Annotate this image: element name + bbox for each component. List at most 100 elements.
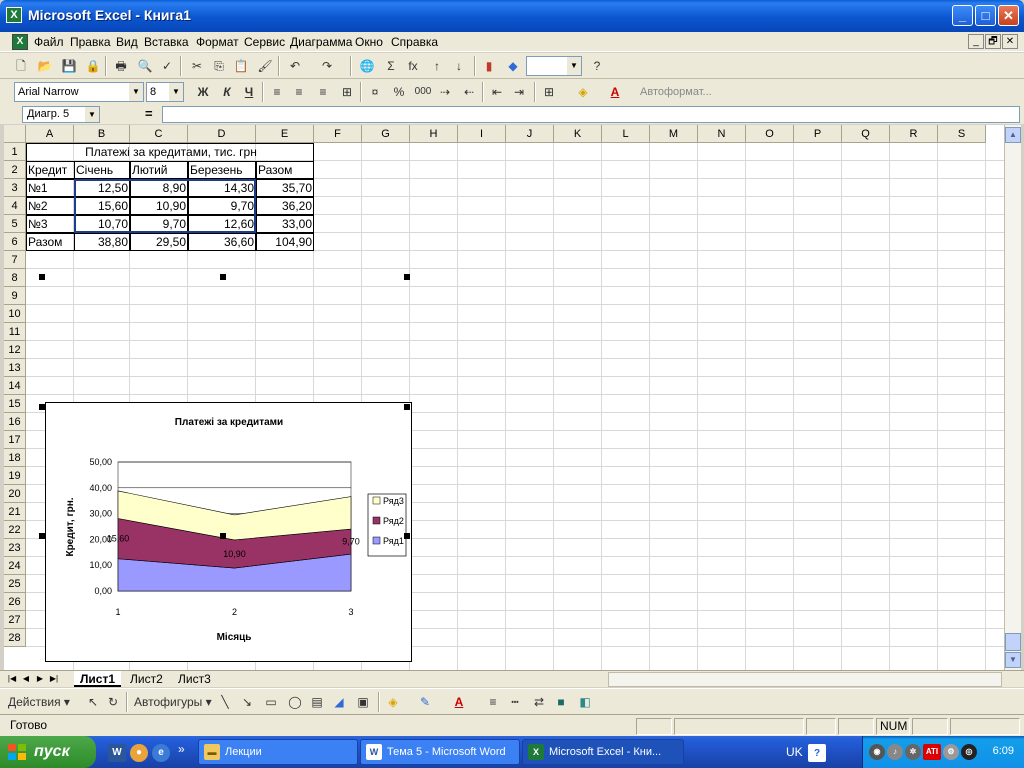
column-header-q[interactable]: Q — [842, 125, 890, 143]
increase-decimal-icon[interactable]: ⇢ — [436, 83, 454, 101]
font-size-combo[interactable]: 8 ▼ — [146, 82, 184, 102]
textbox-icon[interactable]: ▤ — [308, 693, 326, 711]
menu-file[interactable]: Файл — [34, 35, 64, 49]
select-all-corner[interactable] — [4, 125, 26, 143]
column-header-m[interactable]: M — [650, 125, 698, 143]
equals-sign[interactable]: = — [145, 106, 153, 121]
close-button[interactable]: ✕ — [998, 5, 1019, 26]
menu-tools[interactable]: Сервис — [244, 35, 285, 49]
row-header-28[interactable]: 28 — [4, 629, 26, 647]
save-icon[interactable]: 💾 — [60, 57, 78, 75]
sort-desc-icon[interactable]: ↓ — [450, 57, 468, 75]
autoformat-button[interactable]: Автоформат... — [640, 83, 720, 101]
row-header-19[interactable]: 19 — [4, 467, 26, 485]
arrow-icon[interactable]: ↘ — [238, 693, 256, 711]
autosum-icon[interactable]: Σ — [382, 57, 400, 75]
name-box[interactable]: Диагр. 5 ▼ — [22, 106, 100, 123]
hyperlink-icon[interactable]: 🌐 — [358, 57, 376, 75]
spelling-icon[interactable]: ✓ — [158, 57, 176, 75]
column-header-s[interactable]: S — [938, 125, 986, 143]
column-header-n[interactable]: N — [698, 125, 746, 143]
browser-quicklaunch-icon[interactable]: ● — [130, 744, 148, 762]
quicklaunch-more-icon[interactable]: » — [178, 742, 185, 756]
last-sheet-icon[interactable]: ▶| — [48, 672, 60, 686]
font-name-combo[interactable]: Arial Narrow ▼ — [14, 82, 144, 102]
chart-object[interactable]: Платежі за кредитами 0,00 10,00 20,00 30,00 4… — [45, 402, 412, 662]
doc-restore-button[interactable]: 🗗 — [985, 34, 1001, 49]
task-word[interactable]: W Тема 5 - Microsoft Word — [360, 739, 520, 765]
drawing-fill-color-icon[interactable]: ◈ — [384, 693, 402, 711]
row-header-16[interactable]: 16 — [4, 413, 26, 431]
next-sheet-icon[interactable]: ▶ — [34, 672, 46, 686]
line-color-icon[interactable]: ✎ — [416, 693, 434, 711]
row-header-8[interactable]: 8 — [4, 269, 26, 287]
row-header-21[interactable]: 21 — [4, 503, 26, 521]
row-header-15[interactable]: 15 — [4, 395, 26, 413]
menu-format[interactable]: Формат — [196, 35, 239, 49]
function-icon[interactable]: fx — [404, 57, 422, 75]
merge-center-icon[interactable]: ⊞ — [338, 83, 356, 101]
cut-icon[interactable]: ✂ — [188, 57, 206, 75]
column-header-o[interactable]: O — [746, 125, 794, 143]
increase-indent-icon[interactable]: ⇥ — [510, 83, 528, 101]
row-header-4[interactable]: 4 — [4, 197, 26, 215]
task-excel[interactable]: X Microsoft Excel - Кни... — [522, 739, 684, 765]
scroll-up-icon[interactable]: ▲ — [1005, 127, 1021, 143]
doc-close-button[interactable]: ✕ — [1002, 34, 1018, 49]
row-header-24[interactable]: 24 — [4, 557, 26, 575]
column-header-g[interactable]: G — [362, 125, 410, 143]
line-style-icon[interactable]: ≡ — [484, 693, 502, 711]
chart-wizard-icon[interactable]: ▮ — [480, 57, 498, 75]
row-header-18[interactable]: 18 — [4, 449, 26, 467]
row-header-14[interactable]: 14 — [4, 377, 26, 395]
row-header-2[interactable]: 2 — [4, 161, 26, 179]
audio-icon[interactable]: ♪ — [887, 744, 903, 760]
column-header-r[interactable]: R — [890, 125, 938, 143]
row-header-12[interactable]: 12 — [4, 341, 26, 359]
first-sheet-icon[interactable]: |◀ — [6, 672, 18, 686]
arrow-style-icon[interactable]: ⇄ — [530, 693, 548, 711]
formula-input[interactable] — [162, 106, 1020, 123]
row-header-22[interactable]: 22 — [4, 521, 26, 539]
doc-minimize-button[interactable]: _ — [968, 34, 984, 49]
print-icon[interactable]: 🖶 — [112, 57, 130, 75]
ie-quicklaunch-icon[interactable]: e — [152, 744, 170, 762]
column-header-f[interactable]: F — [314, 125, 362, 143]
row-header-17[interactable]: 17 — [4, 431, 26, 449]
help-icon[interactable]: ? — [588, 57, 606, 75]
print-preview-icon[interactable]: 🔍 — [136, 57, 154, 75]
autoshapes-menu[interactable]: Автофигуры ▾ — [134, 693, 214, 711]
maximize-button[interactable]: □ — [975, 5, 996, 26]
ati-icon[interactable]: ATI — [923, 744, 941, 760]
align-left-icon[interactable]: ≡ — [268, 83, 286, 101]
column-header-l[interactable]: L — [602, 125, 650, 143]
sort-asc-icon[interactable]: ↑ — [428, 57, 446, 75]
row-header-6[interactable]: 6 — [4, 233, 26, 251]
column-header-p[interactable]: P — [794, 125, 842, 143]
scroll-down-icon[interactable]: ▼ — [1005, 652, 1021, 668]
column-header-a[interactable]: A — [26, 125, 74, 143]
actions-menu[interactable]: Действия ▾ — [8, 693, 78, 711]
word-quicklaunch-icon[interactable]: W — [108, 744, 126, 762]
align-center-icon[interactable]: ≡ — [290, 83, 308, 101]
row-header-20[interactable]: 20 — [4, 485, 26, 503]
free-rotate-icon[interactable]: ↻ — [104, 693, 122, 711]
language-indicator[interactable]: UK — [786, 745, 803, 759]
shadow-style-icon[interactable]: ■ — [552, 693, 570, 711]
help-tray-icon[interactable]: ? — [808, 744, 826, 762]
decrease-decimal-icon[interactable]: ⇠ — [460, 83, 478, 101]
borders-icon[interactable]: ⊞ — [540, 83, 558, 101]
zoom-combo[interactable]: ▼ — [526, 56, 582, 76]
format-painter-icon[interactable]: 🖌 — [256, 57, 274, 75]
column-header-h[interactable]: H — [410, 125, 458, 143]
settings-tray-icon[interactable]: ✲ — [905, 744, 921, 760]
menu-window[interactable]: Окно — [355, 35, 383, 49]
column-header-k[interactable]: K — [554, 125, 602, 143]
row-header-13[interactable]: 13 — [4, 359, 26, 377]
gear-icon[interactable]: ⚙ — [943, 744, 959, 760]
column-header-e[interactable]: E — [256, 125, 314, 143]
drawing-icon[interactable]: ◆ — [504, 57, 522, 75]
column-header-i[interactable]: I — [458, 125, 506, 143]
row-header-10[interactable]: 10 — [4, 305, 26, 323]
row-header-11[interactable]: 11 — [4, 323, 26, 341]
